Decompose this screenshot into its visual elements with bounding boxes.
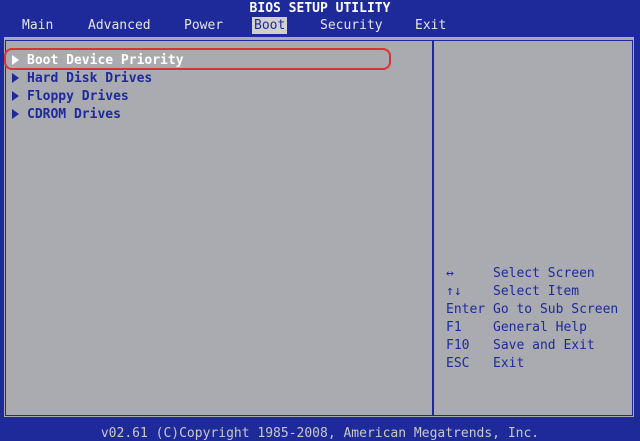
help-row-save-and-exit: F10 Save and Exit xyxy=(446,337,595,355)
help-row-go-to-sub-screen: Enter Go to Sub Screen xyxy=(446,301,618,319)
help-row-select-screen: ↔ Select Screen xyxy=(446,265,595,283)
tab-boot[interactable]: Boot xyxy=(252,17,288,34)
menu-item-label: Boot Device Priority xyxy=(27,53,184,68)
help-row-general-help: F1 General Help xyxy=(446,319,587,337)
tab-security[interactable]: Security xyxy=(318,17,385,34)
help-key: F10 xyxy=(446,338,470,353)
help-key: Enter xyxy=(446,302,486,317)
help-desc: Go to Sub Screen xyxy=(493,302,619,317)
footer-bar: v02.61 (C)Copyright 1985-2008, American … xyxy=(0,418,640,441)
menu-item-label: Hard Disk Drives xyxy=(27,71,153,86)
submenu-arrow-icon xyxy=(12,91,19,101)
help-key: ESC xyxy=(446,356,470,371)
menu-item-label: Floppy Drives xyxy=(27,89,129,104)
help-desc: Select Item xyxy=(493,284,580,299)
menu-item-cdrom-drives[interactable]: CDROM Drives xyxy=(12,106,121,123)
bios-title: BIOS SETUP UTILITY xyxy=(249,1,391,16)
menu-item-boot-device-priority[interactable]: Boot Device Priority xyxy=(12,52,184,69)
help-desc: Save and Exit xyxy=(493,338,595,353)
submenu-arrow-icon xyxy=(12,73,19,83)
tab-power[interactable]: Power xyxy=(182,17,225,34)
menu-item-label: CDROM Drives xyxy=(27,107,121,122)
submenu-arrow-icon xyxy=(12,55,19,65)
submenu-arrow-icon xyxy=(12,109,19,119)
help-key: ↑↓ xyxy=(446,284,462,299)
help-desc: Select Screen xyxy=(493,266,595,281)
title-bar: BIOS SETUP UTILITY Main Advanced Power B… xyxy=(0,0,640,36)
help-key: ↔ xyxy=(446,266,454,281)
tab-main[interactable]: Main xyxy=(20,17,55,34)
tab-exit[interactable]: Exit xyxy=(413,17,448,34)
help-desc: Exit xyxy=(493,356,525,371)
help-desc: General Help xyxy=(493,320,587,335)
panel-divider xyxy=(432,40,434,416)
tab-advanced[interactable]: Advanced xyxy=(86,17,153,34)
help-row-exit: ESC Exit xyxy=(446,355,524,373)
copyright-text: v02.61 (C)Copyright 1985-2008, American … xyxy=(100,426,540,441)
menu-item-floppy-drives[interactable]: Floppy Drives xyxy=(12,88,129,105)
menu-item-hard-disk-drives[interactable]: Hard Disk Drives xyxy=(12,70,152,87)
help-row-select-item: ↑↓ Select Item xyxy=(446,283,579,301)
help-key: F1 xyxy=(446,320,462,335)
